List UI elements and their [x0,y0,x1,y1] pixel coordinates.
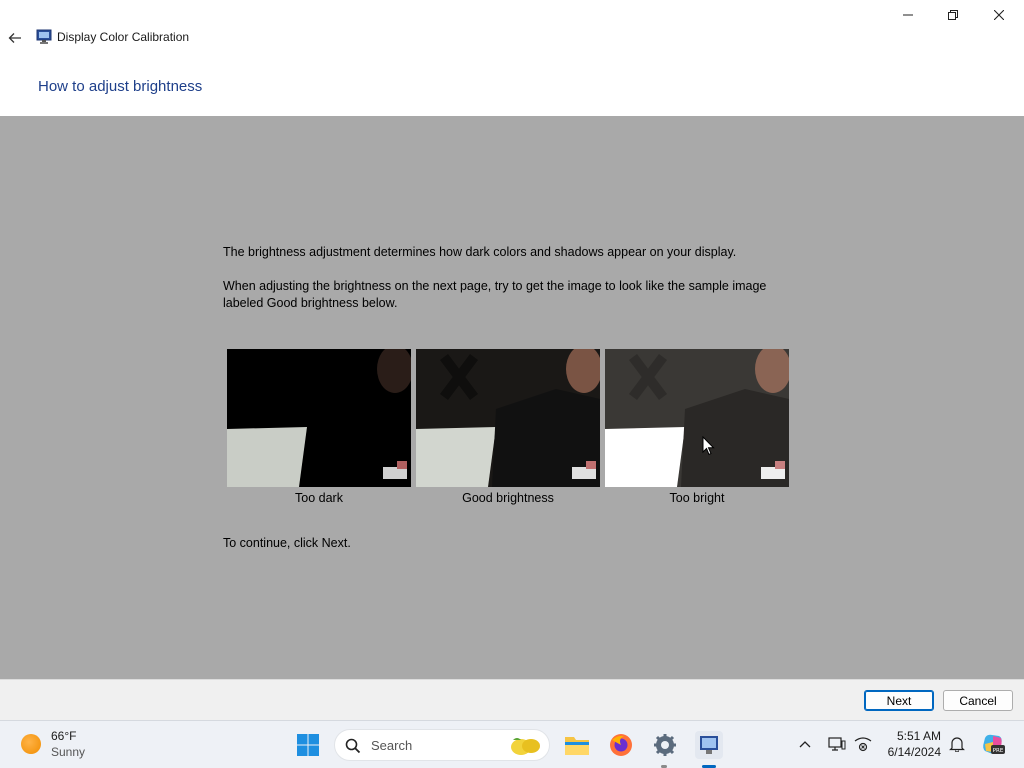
notification-bell-icon[interactable] [947,734,967,754]
search-icon [345,738,361,754]
firefox-icon[interactable] [607,731,635,759]
copilot-icon[interactable]: PRE [980,731,1006,757]
sample-label-too-dark: Too dark [295,491,343,505]
display-tray-icon[interactable] [827,734,847,754]
chevron-up-icon[interactable] [795,734,815,754]
windows-start-icon[interactable] [296,733,320,757]
sample-label-too-bright: Too bright [669,491,725,505]
mouse-cursor-icon [702,436,715,456]
content-area: The brightness adjustment determines how… [0,116,1024,679]
weather-temperature[interactable]: 66°F [51,729,76,743]
page-heading: How to adjust brightness [38,78,203,95]
network-status-icon[interactable] [853,734,873,754]
sample-image-too-bright [605,349,789,487]
file-explorer-icon[interactable] [563,731,591,759]
sample-images: Too dark Good brightness Too bright [227,349,789,509]
lemon-search-highlight-icon [511,738,540,755]
taskbar-search-box[interactable]: Search [334,729,550,761]
weather-description[interactable]: Sunny [51,745,85,759]
wizard-footer: Next Cancel [0,679,1024,720]
clock-date[interactable]: 6/14/2024 [880,745,941,759]
minimize-icon [903,14,913,16]
intro-paragraph: The brightness adjustment determines how… [223,245,737,259]
title-bar: Display Color Calibration How to adjust … [0,0,1024,95]
sample-label-good-brightness: Good brightness [462,491,554,505]
settings-gear-icon[interactable] [651,731,679,759]
calibration-window: Display Color Calibration How to adjust … [0,0,1024,720]
window-title: Display Color Calibration [57,30,190,44]
restore-button[interactable] [930,0,976,30]
back-button[interactable] [4,27,26,49]
close-icon [994,10,1004,20]
svg-text:PRE: PRE [993,748,1004,754]
sample-image-good-brightness [416,349,600,487]
search-placeholder: Search [371,738,413,753]
continue-instruction: To continue, click Next. [223,536,351,550]
display-calibration-app-icon [36,29,52,44]
restore-icon [948,10,958,20]
minimize-button[interactable] [885,0,931,30]
cancel-button[interactable]: Cancel [943,690,1013,711]
sample-image-too-dark [227,349,411,487]
close-button[interactable] [976,0,1022,30]
instruction-paragraph: When adjusting the brightness on the nex… [223,279,767,310]
sun-icon[interactable] [21,734,41,754]
display-calibration-taskbar-icon[interactable] [695,731,723,759]
back-arrow-icon [8,33,21,43]
next-button[interactable]: Next [864,690,934,711]
taskbar: 66°F Sunny Search 5:51 AM 6/14/2024 PRE [0,720,1024,768]
clock-time[interactable]: 5:51 AM [885,729,941,743]
